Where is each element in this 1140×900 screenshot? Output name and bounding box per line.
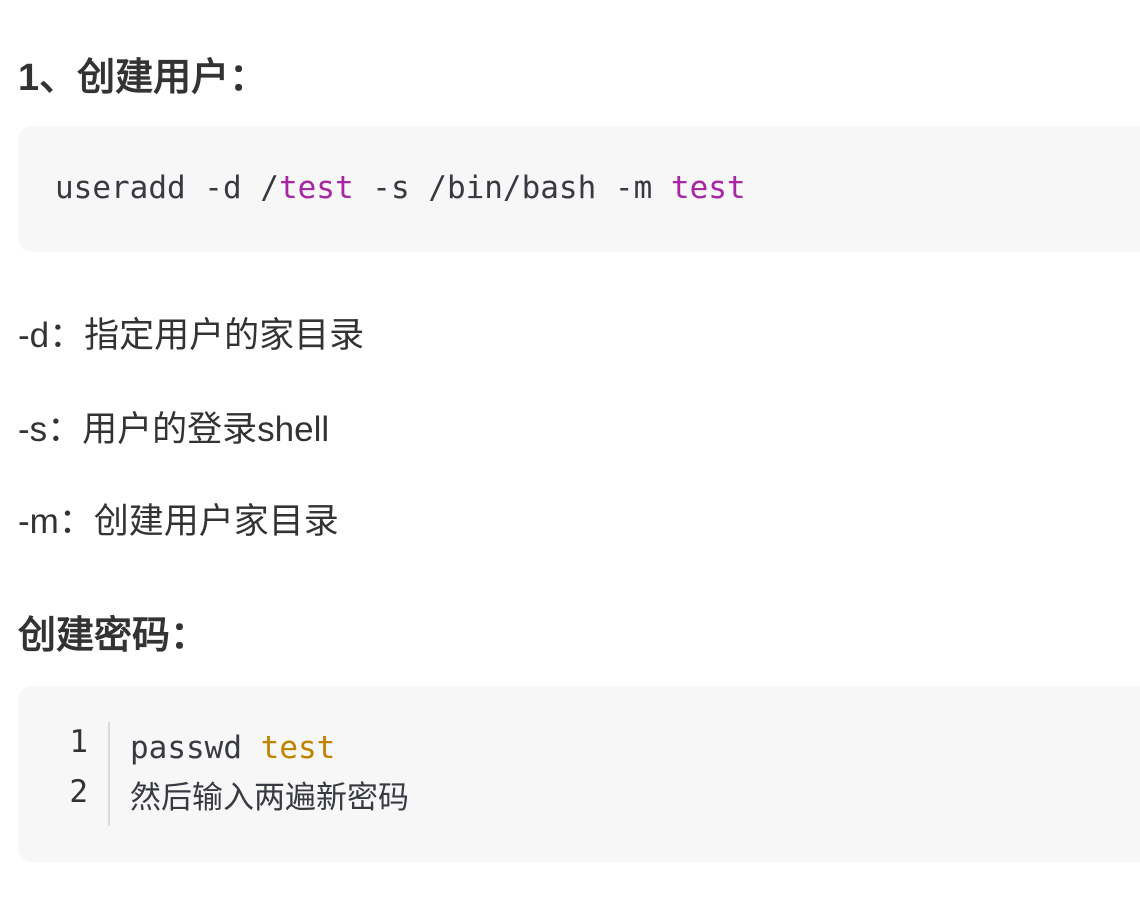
code-text: useradd -d / bbox=[55, 170, 279, 206]
code-line-comment: 然后输入两遍新密码 bbox=[130, 780, 409, 816]
line-number-gutter: 1 2 bbox=[18, 722, 110, 826]
section-heading-create-password: 创建密码： bbox=[18, 615, 209, 657]
option-d-description: -d：指定用户的家目录 bbox=[18, 316, 365, 355]
code-block-useradd: useradd -d /test -s /bin/bash -m test bbox=[18, 126, 1140, 252]
line-number: 2 bbox=[69, 774, 88, 810]
code-block-passwd: 1 2 passwd test 然后输入两遍新密码 bbox=[18, 686, 1140, 862]
code-line-useradd: useradd -d /test -s /bin/bash -m test bbox=[55, 168, 746, 208]
code-keyword: test bbox=[670, 170, 746, 206]
option-m-description: -m：创建用户家目录 bbox=[18, 502, 339, 541]
line-number: 1 bbox=[69, 724, 88, 760]
code-line-passwd: passwd test bbox=[130, 728, 335, 768]
code-text: -s /bin/bash -m bbox=[353, 170, 671, 206]
option-s-description: -s：用户的登录shell bbox=[18, 410, 330, 449]
code-text: passwd bbox=[130, 730, 261, 766]
code-keyword: test bbox=[278, 170, 354, 206]
code-keyword: test bbox=[260, 730, 336, 766]
section-heading-create-user: 1、创建用户： bbox=[18, 57, 268, 99]
